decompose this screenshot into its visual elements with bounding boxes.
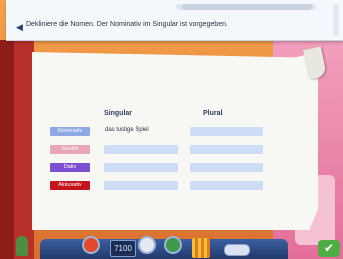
column-header-plural: Plural (203, 110, 223, 117)
scrollbar-thumb[interactable] (182, 4, 312, 10)
plural-dativ-input[interactable] (190, 163, 263, 172)
pencils-icon[interactable] (192, 238, 210, 258)
case-label-genitiv: Genitiv (50, 145, 90, 154)
instruction-text: Dekliniere die Nomen. Der Nominativ im S… (26, 21, 228, 28)
bottle-icon[interactable] (16, 236, 28, 256)
globe-icon[interactable] (164, 236, 182, 254)
navigation-pill[interactable] (224, 244, 250, 256)
background-curtain-inner (14, 30, 34, 259)
instruction-header: ◀ Dekliniere die Nomen. Der Nominativ im… (6, 0, 343, 41)
column-header-singular: Singular (104, 110, 133, 117)
singular-akkusativ-input[interactable] (104, 181, 178, 190)
star-icon[interactable] (82, 236, 100, 254)
app-scene: ◀ Dekliniere die Nomen. Der Nominativ im… (0, 0, 343, 259)
case-label-akkusativ: Akkusativ (50, 181, 90, 190)
score-display: 7100 (110, 240, 136, 257)
checkmark-icon[interactable]: ✔ (318, 240, 340, 257)
speaker-icon[interactable]: ◀ (16, 22, 23, 33)
plural-akkusativ-input[interactable] (190, 181, 263, 190)
clock-icon[interactable] (138, 236, 156, 254)
plural-nominativ-input[interactable] (190, 127, 263, 136)
singular-dativ-input[interactable] (104, 163, 178, 172)
header-edge (333, 4, 339, 36)
plural-genitiv-input[interactable] (190, 145, 263, 154)
singular-nominativ-text: das lustige Spiel (105, 127, 149, 133)
singular-genitiv-input[interactable] (104, 145, 178, 154)
worksheet-paper (32, 52, 318, 230)
case-label-nominativ: Nominativ (50, 127, 90, 136)
case-label-dativ: Dativ (50, 163, 90, 172)
